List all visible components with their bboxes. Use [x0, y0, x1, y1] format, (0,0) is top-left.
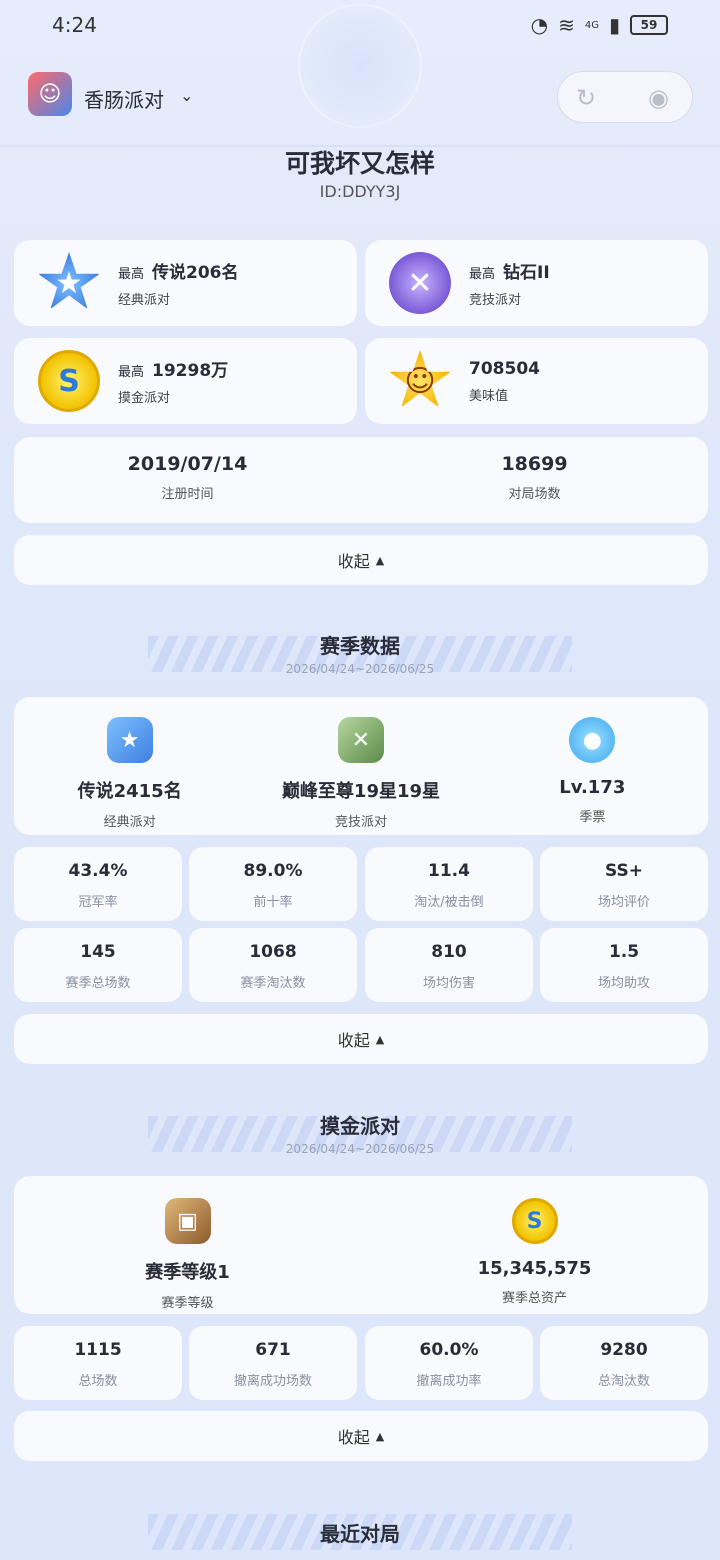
collapse-button[interactable]: 收起 ▲ — [14, 1411, 708, 1461]
triangle-up-icon: ▲ — [375, 1429, 385, 1443]
app-name[interactable]: 香肠派对 — [84, 84, 164, 113]
season-stat-tile: 145 赛季总场数 — [14, 928, 182, 1002]
gold-stat-tile: 9280 总淘汰数 — [540, 1326, 708, 1400]
star-badge-icon: ★ — [38, 252, 100, 310]
rank-value: 19298万 — [152, 361, 229, 381]
rank-card-classic: ★ 最高 传说206名 经典派对 — [14, 240, 357, 326]
season-stat-tile: 11.4 淘汰/被击倒 — [365, 847, 533, 921]
rank-card-competitive: ✕ 最高 钻石II 竞技派对 — [365, 240, 708, 326]
battery-icon: 59 — [630, 15, 668, 35]
triangle-up-icon: ▲ — [375, 1032, 385, 1046]
chevron-down-icon[interactable]: ⌄ — [180, 86, 193, 105]
rank-card-gold: S 最高 19298万 摸金派对 — [14, 338, 357, 424]
season-stat-tile: 1.5 场均助攻 — [540, 928, 708, 1002]
app-logo-icon[interactable]: ☺ — [28, 72, 72, 116]
share-icon[interactable]: ↻ — [576, 84, 596, 112]
collapse-button[interactable]: 收起 ▲ — [14, 535, 708, 585]
gold-stat-tile: 60.0% 撤离成功率 — [365, 1326, 533, 1400]
top-bar: ☺ 香肠派对 ⌄ ↻ ◉ — [0, 60, 720, 140]
bird-icon: ● — [569, 717, 616, 763]
player-name: 可我坏又怎样 — [284, 149, 435, 178]
rank-value: 钻石II — [503, 263, 550, 283]
recent-matches-title: 最近对局 — [320, 1522, 400, 1546]
season-stat-tile: 43.4% 冠军率 — [14, 847, 182, 921]
register-date-label: 注册时间 — [161, 487, 214, 502]
gold-party-summary-card: ▣ 赛季等级1 赛季等级 S 15,345,575 赛季总资产 — [14, 1176, 708, 1314]
signal-icon: ▮ — [608, 13, 620, 37]
diamond-badge-icon: ✕ — [389, 252, 451, 314]
gold-stat-tile: 1115 总场数 — [14, 1326, 182, 1400]
rank-value: 传说206名 — [152, 263, 239, 283]
total-matches-label: 对局场数 — [508, 487, 561, 502]
chest-icon: ▣ — [164, 1198, 211, 1244]
rank-label: 摸金派对 — [118, 391, 171, 406]
gold-party-date-range: 2026/04/24~2026/06/25 — [285, 1142, 435, 1156]
register-date: 2019/07/14 — [127, 453, 248, 475]
coin-icon: S — [38, 350, 100, 412]
network-label: 4G — [584, 19, 599, 31]
coin-icon: S — [511, 1198, 558, 1244]
crossed-guns-icon: ✕ — [337, 717, 384, 763]
player-id: ID:DDYY3J — [319, 182, 401, 201]
total-matches: 18699 — [501, 453, 568, 475]
rank-label: 竞技派对 — [469, 293, 522, 308]
season-stat-tile: 89.0% 前十率 — [189, 847, 357, 921]
rank-card-tasty: ☺ 708504 美味值 — [365, 338, 708, 424]
smiley-star-icon: ☺ — [389, 350, 451, 408]
season-stat-tile: 810 场均伤害 — [365, 928, 533, 1002]
season-title: 赛季数据 — [320, 634, 400, 658]
season-stat-tile: SS+ 场均评价 — [540, 847, 708, 921]
season-stat-tile: 1068 赛季淘汰数 — [189, 928, 357, 1002]
star-badge-icon: ★ — [106, 717, 153, 763]
gold-stat-tile: 671 撤离成功场数 — [189, 1326, 357, 1400]
account-summary-card: 2019/07/14 注册时间 18699 对局场数 — [14, 437, 708, 523]
clock: 4:24 — [52, 13, 97, 37]
rank-value: 708504 — [469, 358, 540, 379]
rank-label: 经典派对 — [118, 293, 171, 308]
triangle-up-icon: ▲ — [375, 553, 385, 567]
season-summary-card: ★ 传说2415名 经典派对 ✕ 巅峰至尊19星19星 竞技派对 ● Lv.17… — [14, 697, 708, 835]
wifi-icon: ≋ — [558, 13, 575, 37]
mini-program-capsule: ↻ ◉ — [557, 71, 693, 123]
rank-label: 美味值 — [469, 388, 509, 404]
gold-party-title: 摸金派对 — [320, 1114, 400, 1138]
collapse-button[interactable]: 收起 ▲ — [14, 1014, 708, 1064]
close-circle-icon[interactable]: ◉ — [648, 84, 669, 112]
speed-icon: ◔ — [530, 13, 549, 37]
season-date-range: 2026/04/24~2026/06/25 — [285, 662, 435, 676]
